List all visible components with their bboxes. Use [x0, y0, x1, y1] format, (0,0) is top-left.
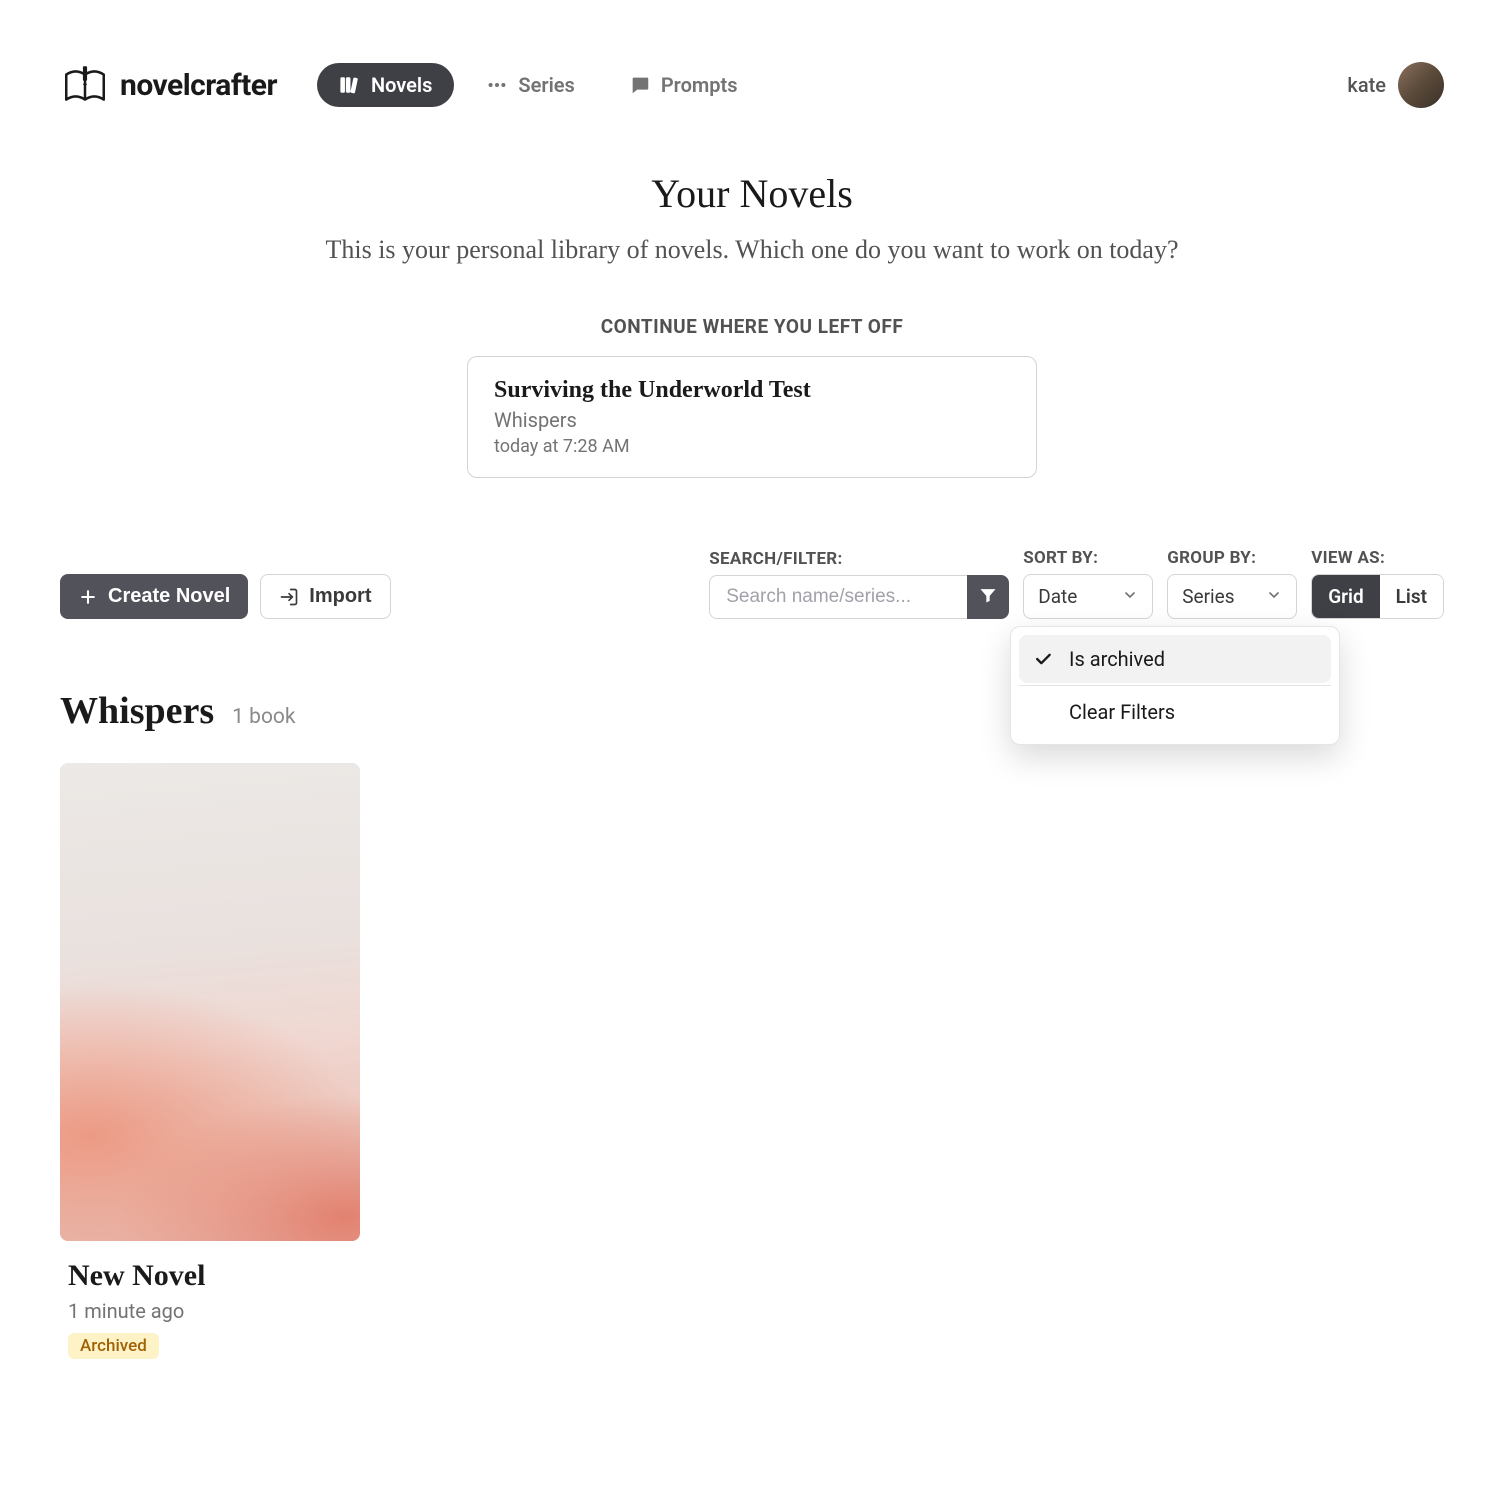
chat-icon: [629, 74, 651, 96]
page-subtitle: This is your personal library of novels.…: [60, 235, 1444, 265]
view-grid-button[interactable]: Grid: [1312, 575, 1379, 618]
import-button[interactable]: Import: [260, 574, 390, 619]
dots-icon: [486, 74, 508, 96]
button-label: Import: [309, 585, 371, 608]
filter-option-label: Is archived: [1069, 647, 1165, 671]
funnel-icon: [978, 585, 998, 609]
logo-text: novelcrafter: [120, 68, 277, 103]
novel-card[interactable]: New Novel 1 minute ago Archived: [60, 763, 360, 1359]
filter-dropdown: Is archived Clear Filters: [1010, 626, 1340, 745]
nav-prompts[interactable]: Prompts: [607, 63, 760, 107]
nav-novels[interactable]: Novels: [317, 63, 454, 107]
search-input[interactable]: [709, 575, 967, 619]
nav-label: Prompts: [661, 73, 738, 97]
filter-clear-button[interactable]: Clear Filters: [1019, 688, 1331, 736]
logo-icon: [60, 60, 110, 110]
username: kate: [1347, 73, 1386, 97]
novel-cover: [60, 763, 360, 1241]
nav-series[interactable]: Series: [464, 63, 596, 107]
chevron-down-icon: [1122, 585, 1138, 608]
novel-time: 1 minute ago: [60, 1299, 360, 1323]
button-label: Create Novel: [108, 585, 230, 608]
nav-label: Novels: [371, 73, 432, 97]
create-novel-button[interactable]: Create Novel: [60, 574, 248, 619]
logo[interactable]: novelcrafter: [60, 60, 277, 110]
archived-badge: Archived: [68, 1333, 159, 1359]
group-title: Whispers: [60, 689, 214, 733]
plus-icon: [78, 587, 98, 607]
nav-label: Series: [518, 73, 574, 97]
sort-select[interactable]: Date: [1023, 574, 1153, 619]
continue-series: Whispers: [494, 408, 1010, 432]
books-icon: [339, 74, 361, 96]
avatar: [1398, 62, 1444, 108]
continue-card[interactable]: Surviving the Underworld Test Whispers t…: [467, 356, 1037, 478]
import-icon: [279, 587, 299, 607]
filter-button[interactable]: [967, 575, 1009, 619]
page-title: Your Novels: [60, 170, 1444, 217]
user-menu[interactable]: kate: [1347, 62, 1444, 108]
select-value: Date: [1038, 585, 1077, 608]
continue-label: CONTINUE WHERE YOU LEFT OFF: [60, 315, 1444, 338]
divider: [1019, 685, 1331, 686]
sort-label: SORT BY:: [1023, 548, 1153, 568]
novel-title: New Novel: [60, 1259, 360, 1293]
chevron-down-icon: [1266, 585, 1282, 608]
continue-time: today at 7:28 AM: [494, 436, 1010, 457]
group-select[interactable]: Series: [1167, 574, 1297, 619]
filter-option-label: Clear Filters: [1069, 700, 1175, 724]
filter-option-archived[interactable]: Is archived: [1019, 635, 1331, 683]
continue-title: Surviving the Underworld Test: [494, 377, 1010, 404]
search-label: SEARCH/FILTER:: [709, 549, 1009, 569]
view-label: VIEW AS:: [1311, 548, 1444, 568]
group-label: GROUP BY:: [1167, 548, 1297, 568]
group-count: 1 book: [232, 705, 295, 729]
check-icon: [1033, 649, 1055, 669]
view-list-button[interactable]: List: [1380, 575, 1443, 618]
select-value: Series: [1182, 585, 1234, 608]
